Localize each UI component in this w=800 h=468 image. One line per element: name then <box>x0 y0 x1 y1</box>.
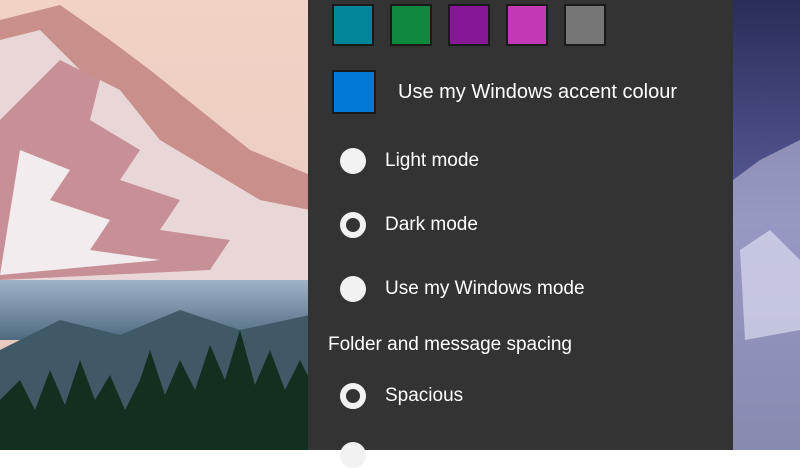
light-mode-option[interactable]: Light mode <box>340 148 479 174</box>
swatch-green[interactable] <box>390 4 432 46</box>
dark-mode-option[interactable]: Dark mode <box>340 212 478 238</box>
swatch-magenta[interactable] <box>506 4 548 46</box>
swatch-purple[interactable] <box>448 4 490 46</box>
swatch-gray[interactable] <box>564 4 606 46</box>
windows-accent-swatch[interactable] <box>332 70 376 114</box>
swatch-teal[interactable] <box>332 4 374 46</box>
windows-accent-label: Use my Windows accent colour <box>398 80 677 103</box>
settings-panel: Use my Windows accent colour Light mode … <box>308 0 733 468</box>
windows-mode-radio[interactable] <box>340 276 366 302</box>
windows-accent-option[interactable]: Use my Windows accent colour <box>332 70 677 114</box>
windows-mode-label: Use my Windows mode <box>385 278 585 299</box>
next-spacing-option[interactable] <box>340 442 366 468</box>
spacious-label: Spacious <box>385 385 464 406</box>
windows-mode-option[interactable]: Use my Windows mode <box>340 276 585 302</box>
dark-mode-label: Dark mode <box>385 214 478 235</box>
accent-color-swatches <box>332 4 606 46</box>
spacious-radio[interactable] <box>340 383 366 409</box>
light-mode-radio[interactable] <box>340 148 366 174</box>
light-mode-label: Light mode <box>385 150 480 171</box>
dark-mode-radio[interactable] <box>340 212 366 238</box>
spacious-option[interactable]: Spacious <box>340 383 463 409</box>
spacing-section-title: Folder and message spacing <box>328 334 572 355</box>
next-spacing-radio[interactable] <box>340 442 366 468</box>
